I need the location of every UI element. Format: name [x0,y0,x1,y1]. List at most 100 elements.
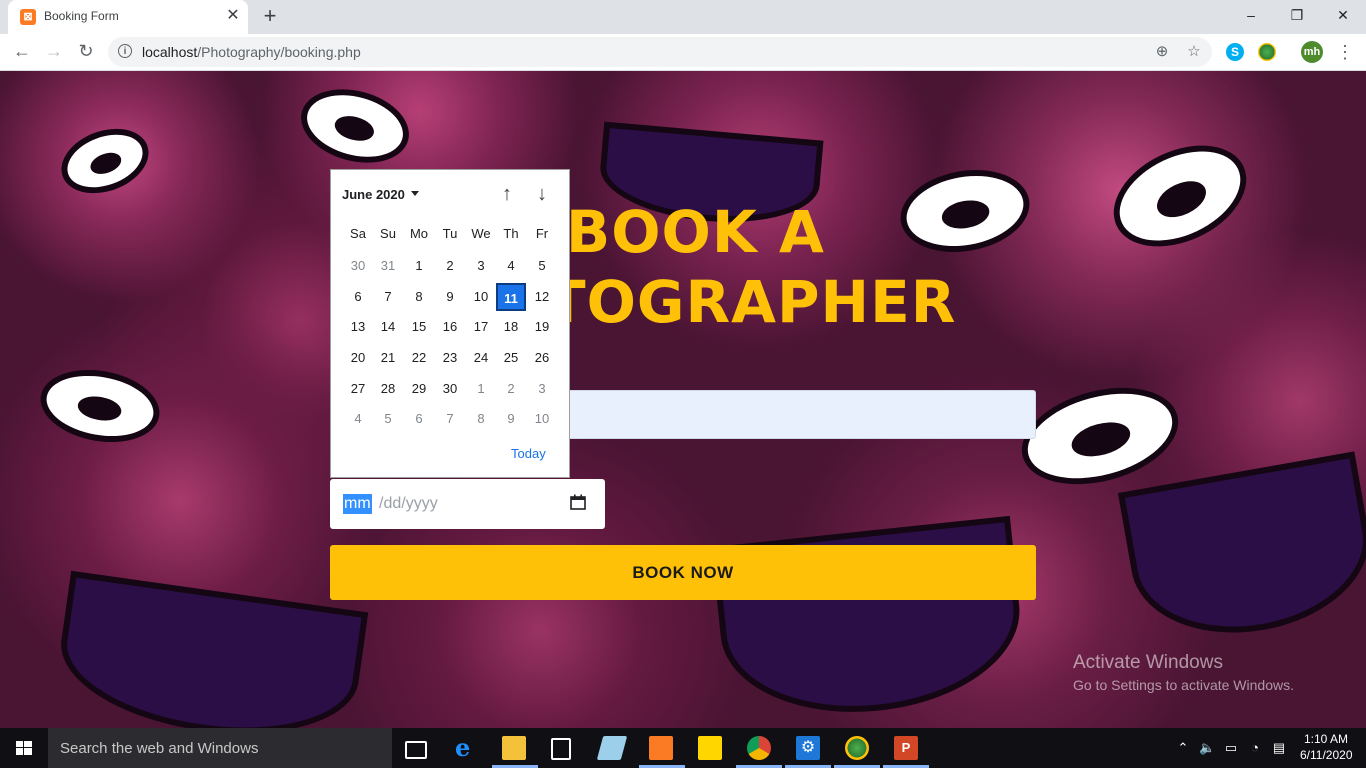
url-text[interactable]: localhost/Photography/booking.php [142,44,361,60]
background-mouth-shape [51,570,369,728]
notepad-app-icon[interactable] [596,736,628,760]
previous-month-arrow-icon[interactable]: ↑ [495,182,519,206]
calendar-day[interactable]: 22 [404,344,434,372]
calendar-day[interactable]: 1 [404,252,434,280]
kebab-menu-icon[interactable]: ⋮ [1336,40,1354,64]
calendar-day[interactable]: 10 [466,283,496,311]
taskbar-search-box[interactable]: Search the web and Windows [48,728,392,768]
calendar-day[interactable]: 28 [373,375,403,403]
book-now-button[interactable]: BOOK NOW [330,545,1036,600]
globe-app-icon[interactable] [845,736,869,760]
zoom-icon[interactable]: ⊕ [1152,42,1172,62]
system-clock[interactable]: 1:10 AM 6/11/2020 [1300,731,1353,763]
skype-extension-icon[interactable]: S [1226,43,1244,61]
calendar-day[interactable]: 26 [527,344,557,372]
battery-icon[interactable]: ▭ [1223,740,1239,756]
file-explorer-icon[interactable] [502,736,526,760]
tab-booking-form[interactable]: ⊠ Booking Form ✕ [8,0,248,34]
bookmark-star-icon[interactable]: ☆ [1184,42,1204,62]
calendar-day[interactable]: 10 [527,405,557,433]
calendar-icon[interactable] [570,494,586,510]
calendar-day[interactable]: 17 [466,313,496,341]
close-window-button[interactable]: ✕ [1320,0,1366,30]
date-month-segment[interactable]: mm [343,494,372,514]
calendar-day[interactable]: 23 [435,344,465,372]
date-day-year-segments[interactable]: /dd/yyyy [379,494,438,514]
date-input[interactable]: mm /dd/yyyy [330,479,605,529]
calendar-day[interactable]: 9 [435,283,465,311]
calendar-day[interactable]: 25 [496,344,526,372]
calendar-day[interactable]: 6 [343,283,373,311]
calendar-day[interactable]: 7 [373,283,403,311]
calendar-day[interactable]: 2 [496,375,526,403]
weekday-header: Su [380,226,396,241]
background-eye-shape [1011,371,1189,501]
address-bar[interactable]: i localhost/Photography/booking.php ⊕ ☆ [108,37,1212,67]
calendar-day[interactable]: 20 [343,344,373,372]
clock-time: 1:10 AM [1303,732,1349,746]
calendar-day[interactable]: 4 [343,405,373,433]
powerpoint-icon[interactable]: P [894,736,918,760]
calendar-day[interactable]: 8 [404,283,434,311]
calendar-day[interactable]: 16 [435,313,465,341]
calendar-day[interactable]: 5 [527,252,557,280]
month-year-dropdown[interactable]: June 2020 [342,187,405,202]
calendar-day[interactable]: 13 [343,313,373,341]
calendar-day[interactable]: 12 [527,283,557,311]
calendar-day[interactable]: 7 [435,405,465,433]
calendar-day[interactable]: 3 [527,375,557,403]
store-icon[interactable] [551,738,571,760]
calendar-day[interactable]: 21 [373,344,403,372]
back-arrow-icon[interactable]: ← [8,37,36,65]
notifications-icon[interactable]: ▤ [1271,740,1287,756]
settings-gear-icon[interactable]: ⚙ [796,736,820,760]
edge-browser-icon[interactable]: e [455,736,479,760]
reload-icon[interactable]: ↻ [72,37,100,65]
calendar-day[interactable]: 3 [466,252,496,280]
calendar-day[interactable]: 15 [404,313,434,341]
calendar-day[interactable]: 19 [527,313,557,341]
calendar-day[interactable]: 6 [404,405,434,433]
weekday-header: Fr [535,226,549,241]
background-eye-shape [292,77,418,175]
chrome-icon[interactable] [747,736,771,760]
calendar-day[interactable]: 30 [343,252,373,280]
tab-close-icon[interactable]: ✕ [224,7,242,25]
calendar-day[interactable]: 4 [496,252,526,280]
calendar-day[interactable]: 29 [404,375,434,403]
globe-extension-icon[interactable] [1258,43,1276,61]
date-picker-popup: June 2020 ↑ ↓ Today Sa Su Mo Tu We Th Fr 30 31 1 2… [330,169,570,478]
clock-date: 6/11/2020 [1300,748,1353,762]
new-tab-button[interactable]: + [258,5,282,29]
volume-icon[interactable]: 🔈 [1199,740,1215,756]
maximize-button[interactable]: ❐ [1274,0,1320,30]
calendar-day-selected[interactable]: 11 [496,283,526,311]
info-icon[interactable]: i [118,44,132,58]
calendar-day[interactable]: 31 [373,252,403,280]
calendar-day[interactable]: 18 [496,313,526,341]
calendar-day[interactable]: 27 [343,375,373,403]
forward-arrow-icon[interactable]: → [40,37,68,65]
calendar-day[interactable]: 8 [466,405,496,433]
calendar-day[interactable]: 30 [435,375,465,403]
windows-start-icon[interactable] [0,728,48,768]
profile-avatar[interactable]: mh [1301,41,1323,63]
media-player-icon[interactable] [698,736,722,760]
calendar-day[interactable]: 1 [466,375,496,403]
calendar-day[interactable]: 5 [373,405,403,433]
xampp-icon[interactable] [649,736,673,760]
calendar-day[interactable]: 2 [435,252,465,280]
next-month-arrow-icon[interactable]: ↓ [530,182,554,206]
minimize-button[interactable]: – [1228,0,1274,30]
chevron-up-icon[interactable]: ⌃ [1175,740,1191,756]
search-placeholder: Search the web and Windows [60,740,259,757]
today-button[interactable]: Today [511,446,546,461]
weekday-header: Tu [442,226,458,241]
calendar-day[interactable]: 24 [466,344,496,372]
wifi-icon[interactable]: ◔ [1247,740,1263,756]
task-view-icon[interactable] [405,741,427,759]
calendar-day[interactable]: 14 [373,313,403,341]
caret-down-icon[interactable] [411,191,419,196]
calendar-day[interactable]: 9 [496,405,526,433]
weekday-header: Mo [409,226,429,241]
